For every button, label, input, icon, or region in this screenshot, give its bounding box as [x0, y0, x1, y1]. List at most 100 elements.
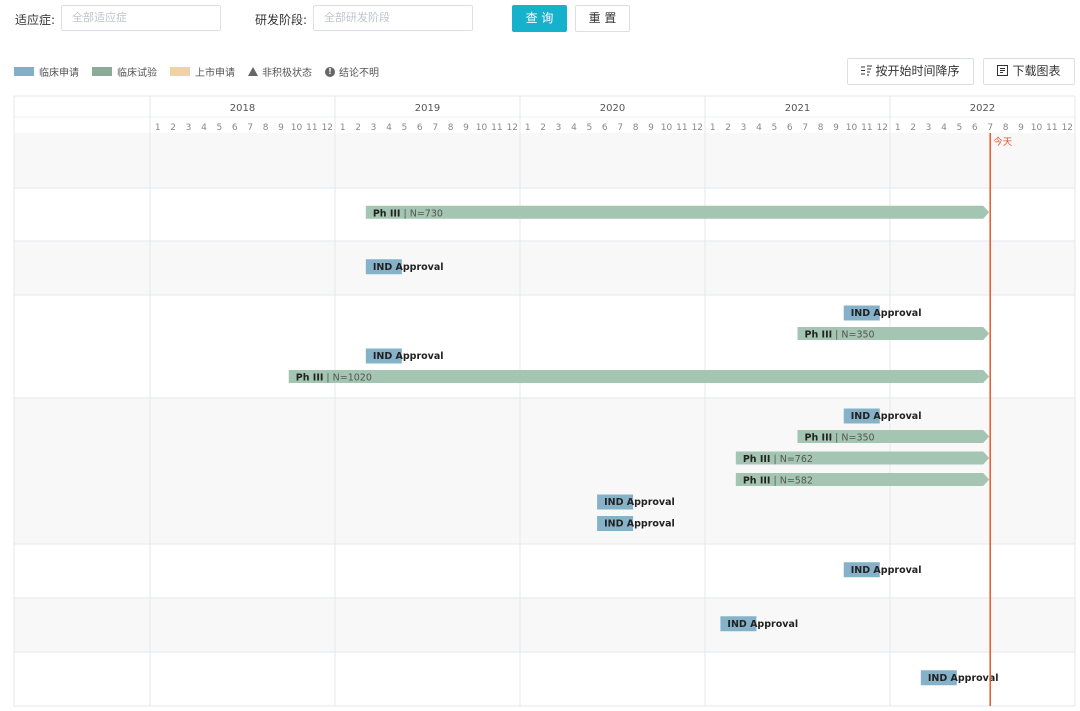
month-label: 5 [587, 123, 593, 133]
bar-label: IND Approval [851, 411, 922, 422]
stage-label: 研发阶段: [255, 13, 308, 27]
month-label: 1 [895, 123, 901, 133]
month-label: 11 [676, 123, 687, 133]
gantt-row-background [14, 652, 1075, 706]
legend-item-marketing-application[interactable]: 上市申请 [170, 64, 235, 79]
month-label: 12 [877, 123, 888, 133]
gantt-row-background [14, 133, 1075, 188]
legend-label: 上市申请 [195, 68, 235, 79]
legend: 临床申请 临床试验 上市申请 非积极状态 ! 结论不明 [14, 64, 392, 79]
month-label: 9 [1018, 123, 1024, 133]
month-label: 1 [155, 123, 161, 133]
legend-item-inactive[interactable]: 非积极状态 [248, 64, 312, 79]
month-label: 7 [617, 123, 623, 133]
month-label: 3 [371, 123, 377, 133]
bar-label: Ph III | N=350 [805, 330, 875, 341]
month-label: 10 [661, 123, 673, 133]
exclamation-icon: ! [325, 66, 335, 77]
legend-item-clinical-application[interactable]: 临床申请 [14, 64, 79, 79]
month-label: 7 [802, 123, 808, 133]
year-label: 2018 [230, 103, 255, 114]
month-label: 6 [972, 123, 978, 133]
legend-label: 非积极状态 [262, 68, 312, 79]
month-label: 4 [571, 123, 577, 133]
month-label: 11 [1046, 123, 1057, 133]
month-label: 2 [540, 123, 546, 133]
clinical-application-swatch [14, 67, 34, 76]
clinical-trial-swatch [92, 67, 112, 76]
month-label: 11 [306, 123, 317, 133]
month-label: 7 [247, 123, 253, 133]
month-label: 3 [741, 123, 747, 133]
month-label: 9 [278, 123, 284, 133]
bar-label: IND Approval [851, 308, 922, 319]
month-label: 5 [402, 123, 408, 133]
month-label: 4 [201, 123, 207, 133]
month-label: 10 [476, 123, 488, 133]
sort-label: 按开始时间降序 [875, 64, 960, 78]
month-label: 4 [756, 123, 762, 133]
month-label: 6 [602, 123, 608, 133]
sort-button[interactable]: 按开始时间降序 [847, 58, 974, 85]
month-label: 2 [170, 123, 176, 133]
month-label: 1 [710, 123, 716, 133]
sort-descending-icon [861, 65, 873, 76]
marketing-application-swatch [170, 67, 190, 76]
legend-label: 临床试验 [117, 68, 157, 79]
month-label: 12 [692, 123, 703, 133]
month-label: 6 [232, 123, 238, 133]
bar-label: IND Approval [373, 351, 444, 362]
reset-button[interactable]: 重 置 [575, 5, 630, 32]
legend-item-clinical-trial[interactable]: 临床试验 [92, 64, 157, 79]
indication-select[interactable]: 全部适应症 [61, 5, 221, 31]
month-label: 1 [340, 123, 346, 133]
month-label: 10 [1031, 123, 1043, 133]
month-label: 12 [507, 123, 518, 133]
month-label: 8 [263, 123, 269, 133]
year-label: 2022 [970, 103, 995, 114]
bar-label: Ph III | N=582 [743, 476, 813, 487]
gantt-row-background [14, 241, 1075, 295]
bar-label: IND Approval [604, 497, 675, 508]
download-chart-icon [997, 65, 1009, 76]
today-label: 今天 [993, 136, 1013, 148]
month-label: 5 [217, 123, 223, 133]
month-label: 8 [818, 123, 824, 133]
month-label: 9 [833, 123, 839, 133]
bar-label: IND Approval [373, 262, 444, 273]
month-label: 4 [941, 123, 947, 133]
month-label: 4 [386, 123, 392, 133]
gantt-row-background [14, 598, 1075, 652]
month-label: 6 [417, 123, 423, 133]
download-chart-button[interactable]: 下载图表 [983, 58, 1075, 85]
month-label: 12 [1062, 123, 1073, 133]
triangle-icon [248, 67, 258, 76]
bar-label: Ph III | N=1020 [296, 373, 372, 384]
month-label: 12 [322, 123, 333, 133]
legend-label: 临床申请 [39, 68, 79, 79]
month-label: 10 [291, 123, 303, 133]
year-label: 2019 [415, 103, 440, 114]
month-label: 3 [926, 123, 932, 133]
month-label: 1 [525, 123, 531, 133]
month-label: 6 [787, 123, 793, 133]
gantt-chart: 20181 2 3 4 5 6 7 8 9 10 11 1220191 2 3 4 5 6 7 8 9 10 11 1220… [13, 95, 1076, 707]
clinical-trial-bar[interactable] [365, 205, 990, 219]
query-button[interactable]: 查 询 [512, 5, 567, 32]
month-label: 8 [633, 123, 639, 133]
bar-label: IND Approval [604, 519, 675, 530]
download-label: 下载图表 [1012, 64, 1061, 78]
legend-label: 结论不明 [339, 68, 379, 79]
year-label: 2021 [785, 103, 810, 114]
month-label: 9 [648, 123, 654, 133]
legend-item-inconclusive[interactable]: ! 结论不明 [325, 64, 379, 79]
bar-label: Ph III | N=350 [805, 433, 875, 444]
indication-label: 适应症: [15, 13, 56, 27]
month-label: 5 [957, 123, 963, 133]
month-label: 11 [861, 123, 872, 133]
bar-label: Ph III | N=762 [743, 454, 813, 465]
month-label: 2 [725, 123, 731, 133]
month-label: 11 [491, 123, 502, 133]
stage-select[interactable]: 全部研发阶段 [313, 5, 473, 31]
clinical-trial-bar[interactable] [288, 370, 990, 383]
